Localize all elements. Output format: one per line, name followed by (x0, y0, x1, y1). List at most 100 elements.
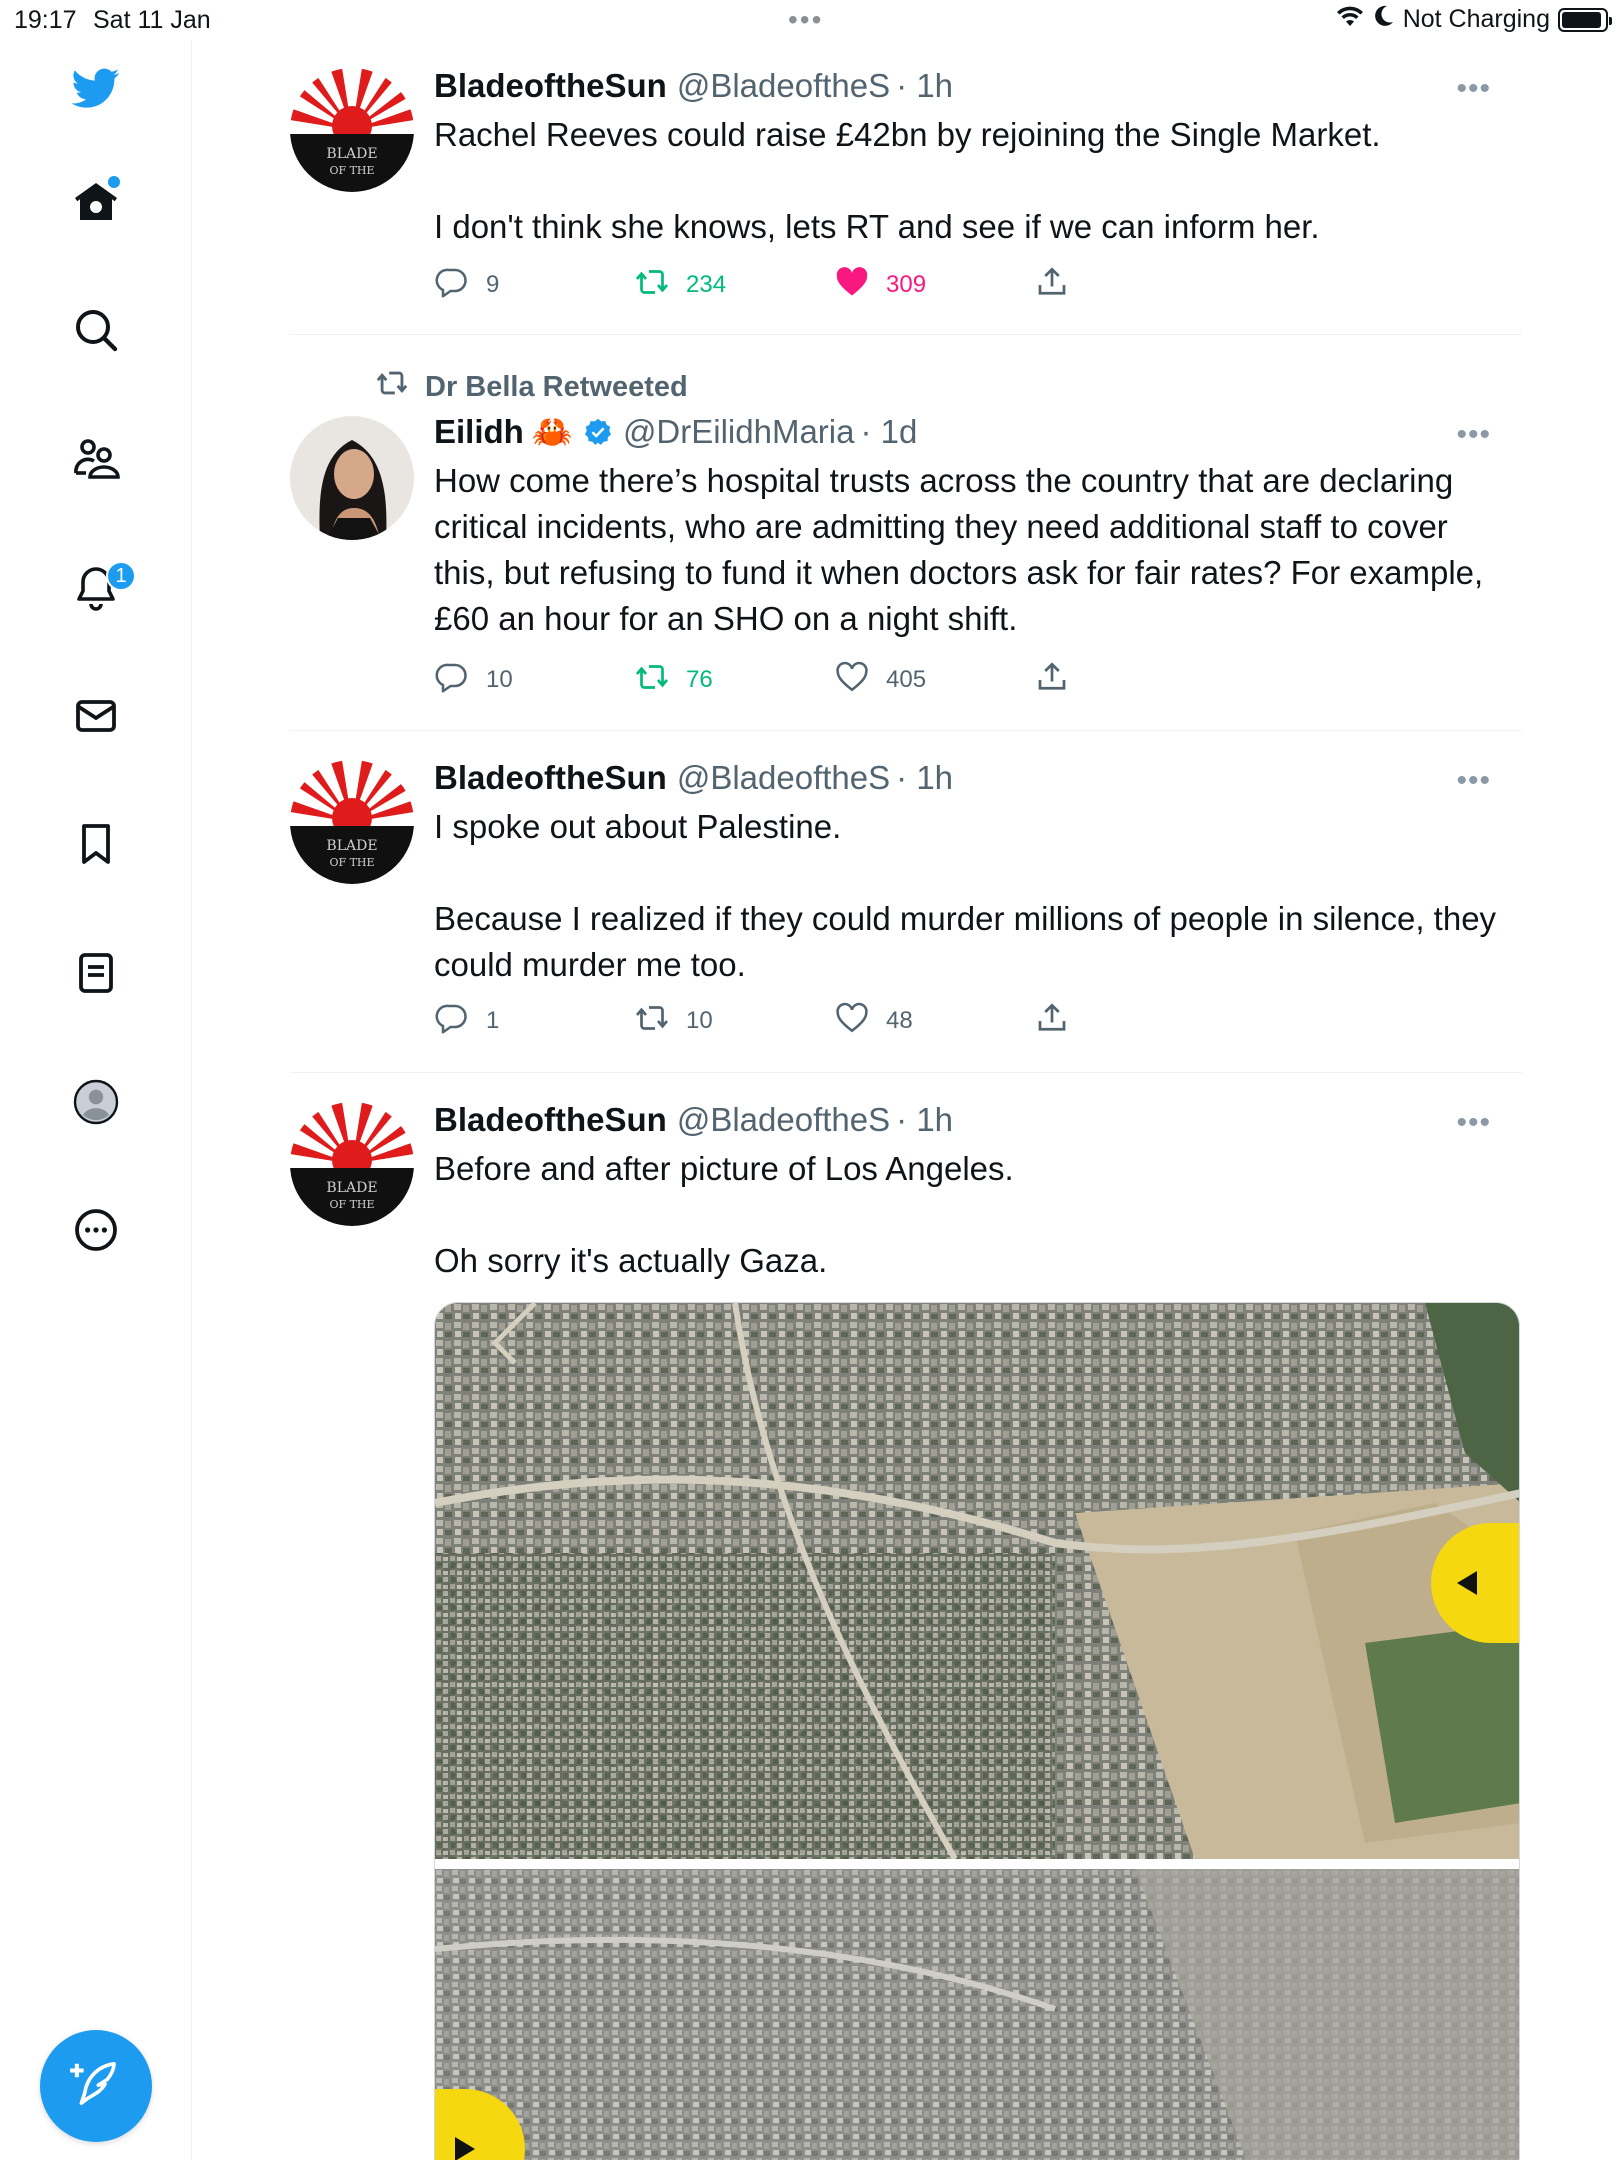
sidebar-item-lists[interactable] (56, 935, 136, 1015)
avatar-bladeofthesun[interactable]: BLADE OF THE (290, 760, 414, 884)
retweet-count: 10 (686, 1007, 713, 1034)
tweet-paragraph: I don't think she knows, lets RT and see… (434, 208, 1320, 245)
heart-outline-icon (834, 1000, 886, 1043)
sidebar-item-bookmarks[interactable] (56, 806, 136, 886)
tweet-more-button[interactable]: ••• (1456, 74, 1491, 104)
sidebar-item-notifications[interactable]: 1 (56, 549, 136, 629)
reply-button[interactable]: 10 (434, 659, 513, 702)
tweet-time[interactable]: · 1d (861, 410, 918, 454)
share-icon (1034, 659, 1086, 702)
satellite-image-after[interactable] (435, 1869, 1519, 2160)
like-count: 405 (886, 666, 927, 693)
reply-icon (434, 1000, 486, 1043)
tweet-time[interactable]: · 1h (896, 756, 953, 800)
status-bar: 19:17 Sat 11 Jan ••• Not Charging (0, 0, 1620, 40)
verified-badge-icon (583, 417, 613, 447)
charging-status: Not Charging (1402, 5, 1550, 33)
sidebar-item-twitter-logo[interactable] (56, 50, 136, 130)
like-button[interactable]: 309 (834, 264, 926, 307)
sidebar-item-messages[interactable] (56, 678, 136, 758)
like-count: 309 (886, 271, 927, 298)
tweet-paragraph: I spoke out about Palestine. (434, 808, 842, 845)
sidebar-item-profile[interactable] (56, 1064, 136, 1144)
messages-icon (72, 692, 120, 745)
avatar-bladeofthesun[interactable]: BLADE OF THE (290, 1102, 414, 1226)
author-handle[interactable]: @DrEilidhMaria (623, 410, 855, 454)
tweet-text: I spoke out about Palestine. Because I r… (434, 804, 1509, 988)
svg-text:BLADE: BLADE (326, 146, 377, 162)
share-button[interactable] (1034, 264, 1086, 307)
sidebar-item-communities[interactable] (56, 421, 136, 501)
reply-button[interactable]: 9 (434, 264, 499, 307)
tweet-text: Before and after picture of Los Angeles.… (434, 1146, 1509, 1284)
moon-icon (1373, 4, 1395, 35)
sidebar-item-home[interactable] (56, 164, 136, 244)
author-handle[interactable]: @BladeoftheS (677, 64, 890, 108)
tweet-more-button[interactable]: ••• (1456, 766, 1491, 796)
tweet[interactable]: BLADE OF THE BladeoftheSun @BladeoftheS … (290, 64, 1522, 334)
retweet-icon (634, 659, 686, 702)
reply-count: 10 (486, 666, 513, 693)
tweet-time[interactable]: · 1h (896, 64, 953, 108)
reply-icon (434, 264, 486, 307)
retweet-icon (634, 264, 686, 307)
tweet-divider (290, 730, 1522, 731)
compose-feather-icon (69, 2057, 123, 2116)
author-name[interactable]: BladeoftheSun (434, 1098, 667, 1142)
tweet-header: Eilidh 🦀 @DrEilidhMaria · 1d (434, 410, 1509, 454)
tweet-text: Rachel Reeves could raise £42bn by rejoi… (434, 112, 1509, 250)
avatar-eilidh[interactable] (290, 416, 414, 540)
share-button[interactable] (1034, 659, 1086, 702)
retweeted-by-label[interactable]: Dr Bella Retweeted (375, 366, 688, 408)
author-name[interactable]: Eilidh (434, 410, 524, 454)
sidebar-item-search[interactable] (56, 292, 136, 372)
author-handle[interactable]: @BladeoftheS (677, 756, 890, 800)
reply-icon (434, 659, 486, 702)
multitasking-dots[interactable]: ••• (788, 6, 823, 34)
tweet-time[interactable]: · 1h (896, 1098, 953, 1142)
sidebar-item-more[interactable] (56, 1192, 136, 1272)
share-button[interactable] (1034, 1000, 1086, 1043)
tweet-more-button[interactable]: ••• (1456, 1108, 1491, 1138)
tweet-header: BladeoftheSun @BladeoftheS · 1h (434, 1098, 1509, 1142)
tweet-paragraph: Oh sorry it's actually Gaza. (434, 1242, 828, 1279)
tweet-divider (290, 1072, 1522, 1073)
share-icon (1034, 264, 1086, 307)
home-unread-dot (108, 176, 120, 188)
satellite-image-before[interactable] (435, 1303, 1519, 1861)
profile-icon (72, 1078, 120, 1131)
retweet-button[interactable]: 10 (634, 1000, 713, 1043)
retweet-button[interactable]: 76 (634, 659, 713, 702)
author-name[interactable]: BladeoftheSun (434, 64, 667, 108)
heart-filled-icon (834, 264, 886, 307)
slider-handle-right[interactable] (1431, 1523, 1519, 1643)
slider-handle-left[interactable] (435, 2089, 525, 2160)
compose-tweet-button[interactable] (40, 2030, 152, 2142)
battery-icon (1558, 7, 1612, 32)
retweet-count: 76 (686, 666, 713, 693)
tweet-media[interactable] (434, 1302, 1520, 2160)
like-button[interactable]: 405 (834, 659, 926, 702)
author-handle[interactable]: @BladeoftheS (677, 1098, 890, 1142)
retweeted-by-text: Dr Bella Retweeted (425, 370, 688, 403)
reply-count: 9 (486, 271, 500, 298)
share-icon (1034, 1000, 1086, 1043)
author-name[interactable]: BladeoftheSun (434, 756, 667, 800)
like-count: 48 (886, 1007, 913, 1034)
tweet[interactable]: BLADE OF THE BladeoftheSun @BladeoftheS … (290, 756, 1522, 1072)
notification-count-badge: 1 (106, 561, 136, 591)
tweet[interactable]: BLADE OF THE BladeoftheSun @BladeoftheS … (290, 1098, 1522, 2160)
more-circle-icon (72, 1206, 120, 1259)
tweet-actions: 9 234 309 (434, 265, 1134, 305)
tweet[interactable]: Dr Bella Retweeted Eilidh 🦀 @DrEilidhMar… (290, 360, 1522, 730)
tweet-paragraph: Rachel Reeves could raise £42bn by rejoi… (434, 116, 1381, 153)
like-button[interactable]: 48 (834, 1000, 913, 1043)
reply-count: 1 (486, 1007, 500, 1034)
tweet-more-button[interactable]: ••• (1456, 420, 1491, 450)
tweet-header: BladeoftheSun @BladeoftheS · 1h (434, 756, 1509, 800)
tweet-paragraph: Because I realized if they could murder … (434, 900, 1497, 983)
communities-icon (72, 435, 120, 488)
reply-button[interactable]: 1 (434, 1000, 499, 1043)
retweet-button[interactable]: 234 (634, 264, 726, 307)
avatar-bladeofthesun[interactable]: BLADE OF THE (290, 68, 414, 192)
